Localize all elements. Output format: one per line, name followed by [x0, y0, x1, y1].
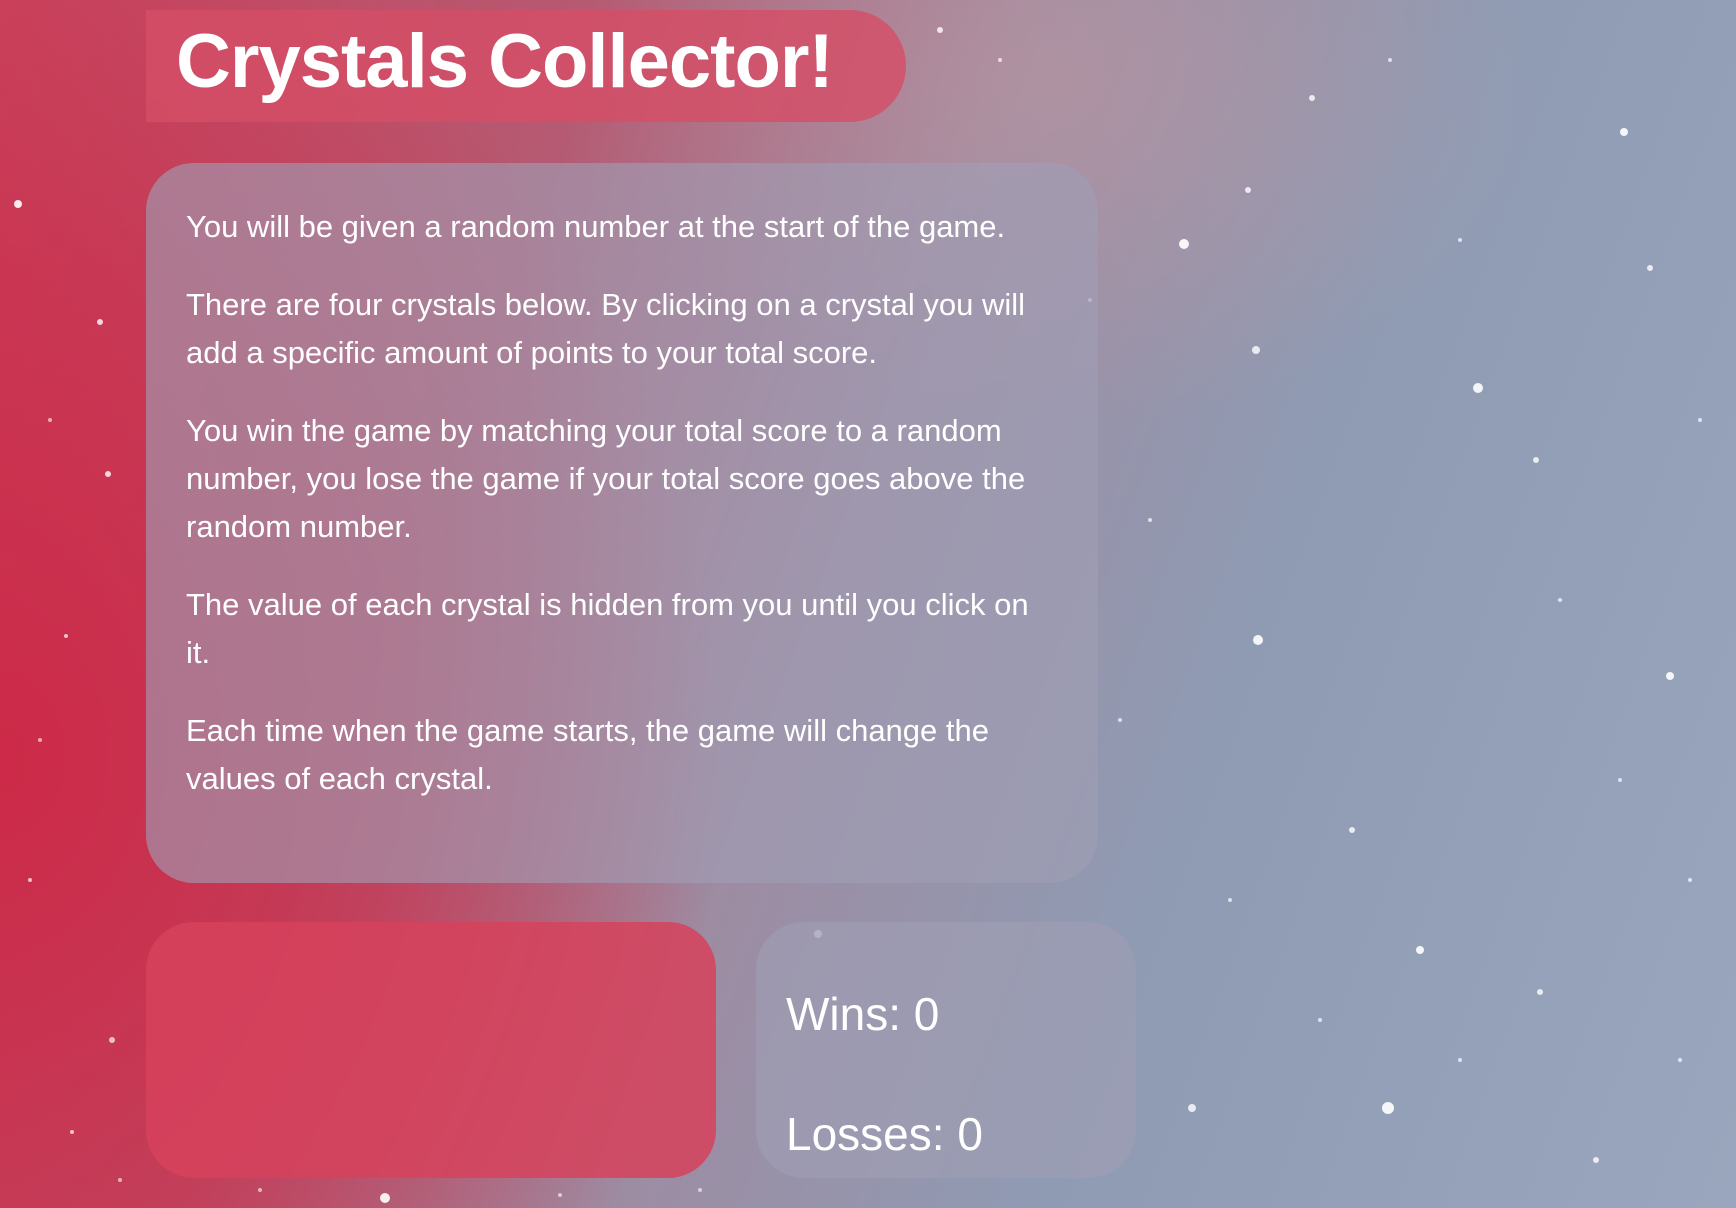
wins-value: 0: [913, 988, 940, 1040]
instruction-paragraph: You win the game by matching your total …: [186, 413, 1026, 544]
instruction-paragraph: You will be given a random number at the…: [186, 209, 1006, 244]
instruction-paragraph: Each time when the game starts, the game…: [186, 713, 989, 796]
losses-value: 0: [957, 1108, 983, 1160]
losses-counter: Losses: 0: [786, 1106, 983, 1162]
losses-label: Losses:: [786, 1108, 958, 1160]
instruction-paragraph: There are four crystals below. By clicki…: [186, 287, 1026, 370]
scoreboard-panel: Wins: 0 Losses: 0: [756, 922, 1136, 1178]
crystals-panel: [146, 922, 716, 1178]
wins-counter: Wins: 0: [786, 986, 939, 1042]
instructions-panel: You will be given a random number at the…: [146, 163, 1098, 883]
page-title: Crystals Collector!: [176, 19, 834, 104]
wins-label: Wins:: [786, 988, 914, 1040]
instruction-paragraph: The value of each crystal is hidden from…: [186, 587, 1029, 670]
